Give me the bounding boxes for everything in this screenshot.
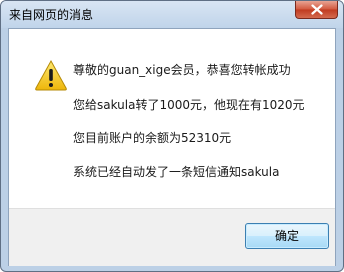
close-button[interactable] [295, 1, 338, 19]
message-line-sms: 系统已经自动发了一条短信通知sakula [73, 165, 280, 179]
dialog-window: 来自网页的消息 尊敬的guan_xige会员，恭喜您转帐成功 您给sakula转… [0, 0, 344, 272]
dialog-body: 尊敬的guan_xige会员，恭喜您转帐成功 您给sakula转了1000元，他… [8, 28, 336, 266]
message-line-balance: 您目前账户的余额为52310元 [73, 131, 232, 145]
title-bar[interactable]: 来自网页的消息 [1, 1, 343, 28]
window-title: 来自网页的消息 [9, 8, 94, 22]
button-bar: 确定 [9, 208, 335, 266]
message-line-transfer: 您给sakula转了1000元，他现在有1020元 [73, 98, 305, 112]
close-icon [311, 4, 323, 15]
warning-icon [35, 59, 67, 91]
message-line-greeting: 尊敬的guan_xige会员，恭喜您转帐成功 [73, 63, 291, 77]
ok-button[interactable]: 确定 [245, 223, 329, 249]
